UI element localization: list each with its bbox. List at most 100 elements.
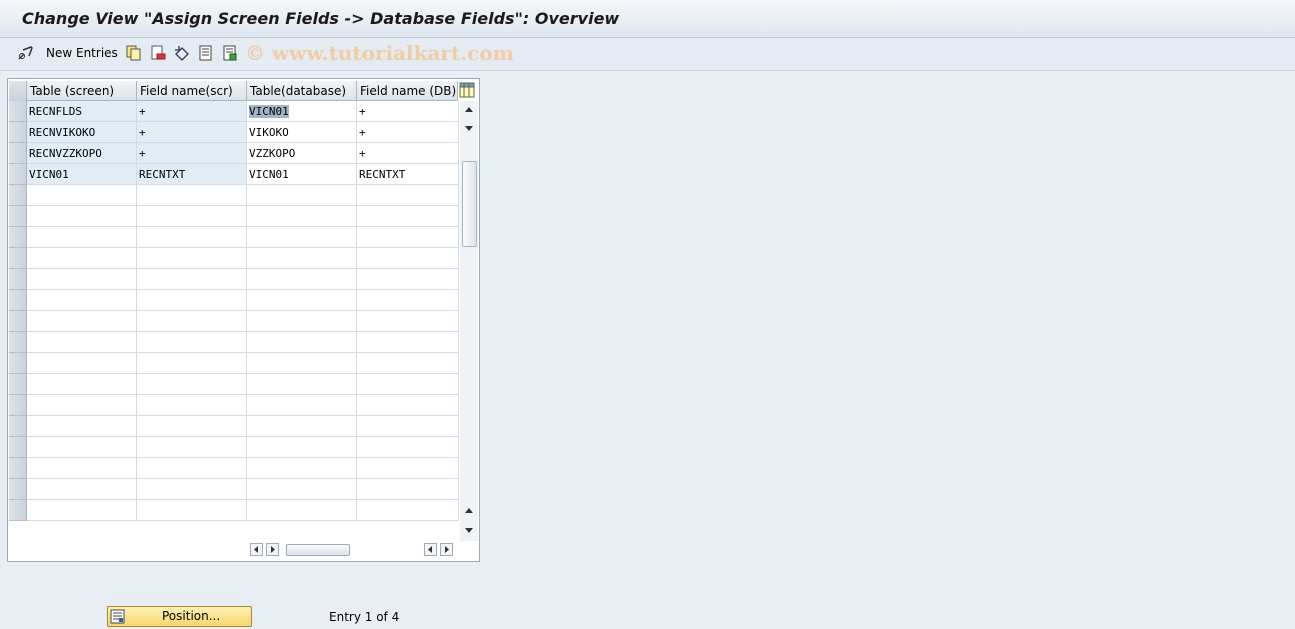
empty-table-row[interactable] xyxy=(8,416,459,437)
column-header-table-screen[interactable]: Table (screen) xyxy=(27,81,137,101)
empty-table-row[interactable] xyxy=(8,479,459,500)
page-up-icon[interactable] xyxy=(462,121,476,135)
empty-table-row[interactable] xyxy=(8,290,459,311)
empty-cell xyxy=(27,290,137,311)
vertical-scroll-thumb[interactable] xyxy=(462,161,477,247)
empty-cell xyxy=(357,437,459,458)
cell-field-name-db[interactable]: RECNTXT xyxy=(357,164,459,185)
empty-table-row[interactable] xyxy=(8,437,459,458)
scroll-right-button[interactable] xyxy=(266,543,279,556)
empty-cell xyxy=(357,269,459,290)
table-row[interactable]: VICN01 RECNTXT VICN01 RECNTXT xyxy=(8,164,459,185)
empty-table-row[interactable] xyxy=(8,248,459,269)
empty-cell xyxy=(357,353,459,374)
empty-cell xyxy=(137,248,247,269)
empty-cell xyxy=(137,206,247,227)
scroll-left-button[interactable] xyxy=(250,543,263,556)
row-selector[interactable] xyxy=(9,206,27,227)
empty-cell xyxy=(357,458,459,479)
scroll-down-icon[interactable] xyxy=(462,523,476,537)
undo-icon[interactable] xyxy=(173,44,191,62)
empty-table-row[interactable] xyxy=(8,227,459,248)
table-row[interactable]: RECNVIKOKO + VIKOKO + xyxy=(8,122,459,143)
horizontal-scrollbar[interactable] xyxy=(248,542,460,558)
cell-field-name-db[interactable]: + xyxy=(357,122,459,143)
row-selector[interactable] xyxy=(9,479,27,500)
empty-cell xyxy=(247,437,357,458)
position-button[interactable]: Position... xyxy=(107,606,252,627)
empty-cell xyxy=(247,374,357,395)
cell-table-database[interactable]: VICN01 xyxy=(247,164,357,185)
deselect-all-icon[interactable] xyxy=(221,44,239,62)
horizontal-scroll-thumb[interactable] xyxy=(286,544,350,556)
row-selector[interactable] xyxy=(9,395,27,416)
empty-cell xyxy=(247,185,357,206)
cell-table-database[interactable]: VICN01 xyxy=(247,101,357,122)
empty-table-row[interactable] xyxy=(8,374,459,395)
copy-icon[interactable] xyxy=(125,44,143,62)
cell-field-name-db[interactable]: + xyxy=(357,101,459,122)
row-selector[interactable] xyxy=(9,101,27,122)
empty-table-row[interactable] xyxy=(8,395,459,416)
scroll-left-end-button[interactable] xyxy=(424,543,437,556)
column-header-table-database[interactable]: Table(database) xyxy=(247,81,357,101)
page-down-icon[interactable] xyxy=(462,504,476,518)
row-selector[interactable] xyxy=(9,416,27,437)
row-selector[interactable] xyxy=(9,269,27,290)
row-selector[interactable] xyxy=(9,332,27,353)
vertical-scrollbar[interactable] xyxy=(460,101,478,541)
row-selector[interactable] xyxy=(9,500,27,521)
cell-field-name-db[interactable]: + xyxy=(357,143,459,164)
empty-cell xyxy=(137,290,247,311)
empty-table-row[interactable] xyxy=(8,185,459,206)
delete-icon[interactable] xyxy=(149,44,167,62)
empty-cell xyxy=(247,290,357,311)
column-header-field-name-db[interactable]: Field name (DB) xyxy=(357,81,458,101)
empty-table-row[interactable] xyxy=(8,269,459,290)
cell-field-name-scr: RECNTXT xyxy=(137,164,247,185)
row-selector[interactable] xyxy=(9,248,27,269)
row-selector[interactable] xyxy=(9,122,27,143)
table-settings-icon[interactable] xyxy=(459,82,475,98)
empty-cell xyxy=(247,269,357,290)
row-selector[interactable] xyxy=(9,227,27,248)
empty-cell xyxy=(27,395,137,416)
row-selector[interactable] xyxy=(9,164,27,185)
row-selector[interactable] xyxy=(9,290,27,311)
row-selector[interactable] xyxy=(9,185,27,206)
row-selector[interactable] xyxy=(9,437,27,458)
select-all-icon[interactable] xyxy=(197,44,215,62)
empty-cell xyxy=(357,500,459,521)
empty-table-row[interactable] xyxy=(8,311,459,332)
row-selector[interactable] xyxy=(9,143,27,164)
row-selector[interactable] xyxy=(9,374,27,395)
empty-cell xyxy=(247,311,357,332)
empty-cell xyxy=(27,311,137,332)
scroll-right-end-button[interactable] xyxy=(440,543,453,556)
empty-table-row[interactable] xyxy=(8,206,459,227)
empty-cell xyxy=(247,227,357,248)
new-entries-button[interactable]: New Entries xyxy=(46,46,118,60)
scroll-up-icon[interactable] xyxy=(462,103,476,117)
edit-glasses-icon[interactable] xyxy=(17,44,35,62)
empty-table-row[interactable] xyxy=(8,353,459,374)
table-row[interactable]: RECNVZZKOPO + VZZKOPO + xyxy=(8,143,459,164)
empty-cell xyxy=(27,248,137,269)
arrow-left-icon xyxy=(428,546,432,553)
empty-table-row[interactable] xyxy=(8,458,459,479)
column-header-field-name-scr[interactable]: Field name(scr) xyxy=(137,81,247,101)
empty-table-row[interactable] xyxy=(8,500,459,521)
empty-table-row[interactable] xyxy=(8,332,459,353)
empty-cell xyxy=(137,437,247,458)
empty-cell xyxy=(247,395,357,416)
row-selector[interactable] xyxy=(9,311,27,332)
cell-text: VICN01 xyxy=(249,105,289,118)
row-selector[interactable] xyxy=(9,353,27,374)
empty-cell xyxy=(247,479,357,500)
table-row[interactable]: RECNFLDS + VICN01 + xyxy=(8,101,459,122)
select-all-corner[interactable] xyxy=(9,81,27,101)
row-selector[interactable] xyxy=(9,458,27,479)
cell-table-database[interactable]: VZZKOPO xyxy=(247,143,357,164)
table-control: Table (screen) Field name(scr) Table(dat… xyxy=(7,78,480,562)
cell-table-database[interactable]: VIKOKO xyxy=(247,122,357,143)
